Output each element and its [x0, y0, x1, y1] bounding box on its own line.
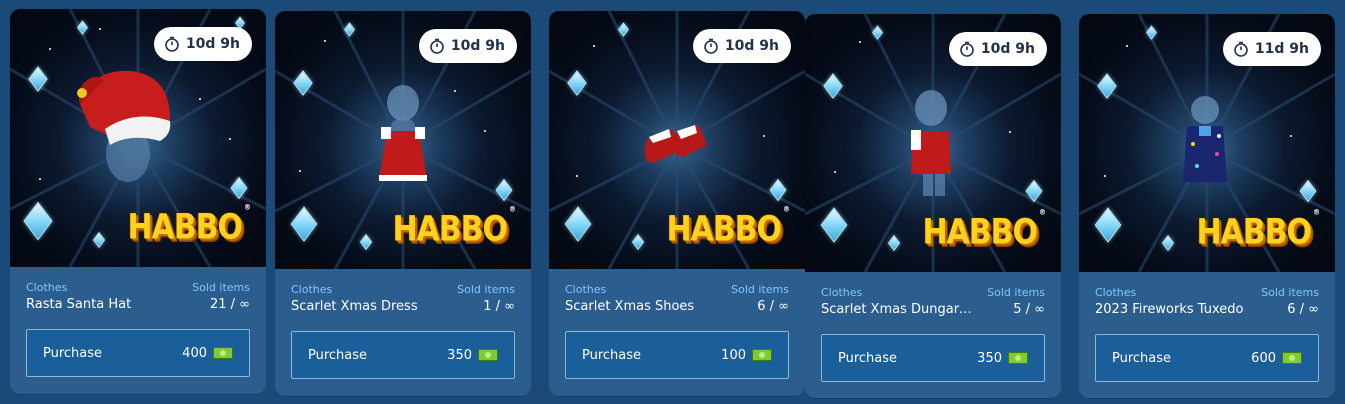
stopwatch-icon	[1234, 41, 1248, 57]
purchase-button[interactable]: Purchase 350	[821, 334, 1045, 382]
product-image: 10d 9h HABBO ®	[275, 11, 531, 269]
product-image: 10d 9h HABBO ®	[805, 14, 1061, 272]
price-value: 100	[721, 347, 746, 363]
cash-icon	[752, 349, 772, 361]
item-name: Scarlet Xmas Dungarees	[821, 302, 973, 317]
habbo-logo: HABBO ®	[1196, 207, 1320, 253]
product-card: 10d 9h HABBO ® Clothes Scarlet Xmas Dress…	[275, 11, 531, 396]
time-remaining-badge: 10d 9h	[692, 29, 791, 63]
time-remaining-text: 10d 9h	[185, 36, 240, 52]
product-image: 10d 9h HABBO ®	[10, 9, 266, 267]
stopwatch-icon	[430, 38, 444, 54]
item-category: Clothes	[565, 283, 607, 296]
item-category: Clothes	[291, 283, 333, 296]
item-name: 2023 Fireworks Tuxedo	[1095, 302, 1244, 317]
purchase-button[interactable]: Purchase 100	[565, 331, 789, 379]
purchase-label: Purchase	[838, 350, 898, 366]
sold-items-count: 6 / ∞	[757, 299, 789, 314]
purchase-button[interactable]: Purchase 600	[1095, 334, 1319, 382]
item-category: Clothes	[1095, 286, 1137, 299]
purchase-label: Purchase	[43, 345, 103, 361]
product-card: 10d 9h HABBO ® Clothes Scarlet Xmas Dunga…	[805, 14, 1061, 398]
time-remaining-text: 10d 9h	[724, 38, 779, 54]
time-remaining-text: 10d 9h	[980, 41, 1035, 57]
item-name: Scarlet Xmas Shoes	[565, 299, 695, 314]
habbo-logo: HABBO ®	[127, 202, 251, 248]
cash-icon	[1282, 352, 1302, 364]
sold-items-label: Sold items	[457, 283, 515, 296]
item-category: Clothes	[821, 286, 863, 299]
habbo-logo: HABBO ®	[392, 204, 516, 250]
price-value: 400	[182, 345, 207, 361]
sold-items-count: 1 / ∞	[483, 299, 515, 314]
time-remaining-badge: 11d 9h	[1222, 32, 1321, 66]
item-category: Clothes	[26, 281, 68, 294]
stopwatch-icon	[704, 38, 718, 54]
cash-icon	[213, 347, 233, 359]
sold-items-label: Sold items	[1261, 286, 1319, 299]
product-image: 11d 9h HABBO ®	[1079, 14, 1335, 272]
purchase-label: Purchase	[582, 347, 642, 363]
sold-items-count: 21 / ∞	[209, 297, 250, 312]
time-remaining-badge: 10d 9h	[948, 32, 1047, 66]
purchase-label: Purchase	[1112, 350, 1172, 366]
sold-items-label: Sold items	[987, 286, 1045, 299]
habbo-logo: HABBO ®	[922, 207, 1046, 253]
sold-items-label: Sold items	[731, 283, 789, 296]
stopwatch-icon	[165, 36, 179, 52]
sold-items-count: 5 / ∞	[1013, 302, 1045, 317]
price-value: 350	[977, 350, 1002, 366]
price-value: 350	[447, 347, 472, 363]
sold-items-label: Sold items	[192, 281, 250, 294]
purchase-button[interactable]: Purchase 350	[291, 331, 515, 379]
stopwatch-icon	[960, 41, 974, 57]
sold-items-count: 6 / ∞	[1287, 302, 1319, 317]
purchase-label: Purchase	[308, 347, 368, 363]
product-image: 10d 9h HABBO ®	[549, 11, 805, 269]
time-remaining-text: 11d 9h	[1254, 41, 1309, 57]
product-card: 10d 9h HABBO ® Clothes Scarlet Xmas Shoes…	[549, 11, 805, 396]
habbo-logo: HABBO ®	[666, 204, 790, 250]
cash-icon	[1008, 352, 1028, 364]
product-card: 11d 9h HABBO ® Clothes 2023 Fireworks Tux…	[1079, 14, 1335, 398]
price-value: 600	[1251, 350, 1276, 366]
time-remaining-badge: 10d 9h	[153, 27, 252, 61]
time-remaining-text: 10d 9h	[450, 38, 505, 54]
cash-icon	[478, 349, 498, 361]
product-card: 10d 9h HABBO ® Clothes Rasta Santa Hat So…	[10, 9, 266, 394]
item-name: Rasta Santa Hat	[26, 297, 132, 312]
item-name: Scarlet Xmas Dress	[291, 299, 418, 314]
time-remaining-badge: 10d 9h	[418, 29, 517, 63]
purchase-button[interactable]: Purchase 400	[26, 329, 250, 377]
